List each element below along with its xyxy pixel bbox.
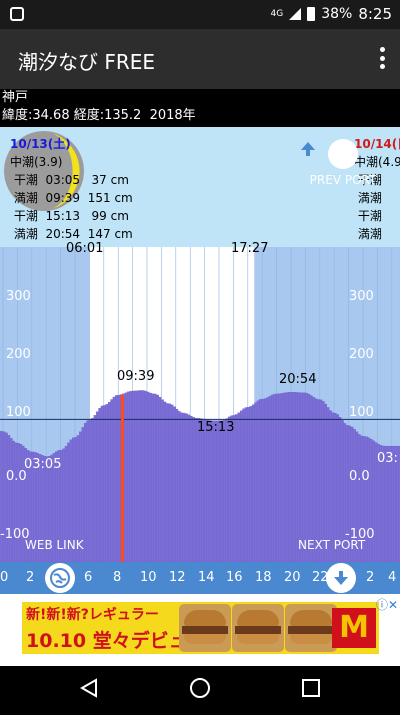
sunrise-label: 06:01 (66, 241, 104, 256)
port-coords: 緯度:34.68 経度:135.2 (2, 108, 142, 123)
prev-port-button[interactable]: PREV PORT (298, 139, 388, 187)
ad-creative[interactable]: 新!新!新?レギュラー 10.10 堂々デビュー M (22, 602, 379, 654)
burger-image (285, 604, 337, 652)
home-icon[interactable] (190, 678, 210, 698)
status-bar: 4G 38% 8:25 (0, 0, 400, 29)
sunset-label: 17:27 (231, 241, 269, 256)
location-info: 神戸 緯度:34.68 経度:135.2 2018年 (0, 89, 400, 127)
tide-label-high2: 20:54 (279, 372, 317, 387)
tide-label-low2: 15:13 (197, 420, 235, 435)
prev-port-label: PREV PORT (309, 173, 377, 187)
battery-icon (307, 7, 316, 21)
clock: 8:25 (358, 5, 392, 23)
x-tick: 12 (169, 570, 186, 585)
tide-label-low3: 03: (377, 451, 398, 466)
tide-chart[interactable]: 10/13(土) 中潮(3.9) 干潮 03:05 37 cm 満潮 09:39… (0, 127, 400, 562)
app-bar: 潮汐なび FREE (0, 29, 400, 89)
x-tick: 18 (255, 570, 272, 585)
x-tick: 4 (388, 570, 397, 585)
ad-banner[interactable]: 新!新!新?レギュラー 10.10 堂々デビュー M ⓘ✕ (0, 594, 400, 666)
globe-icon[interactable] (45, 563, 75, 593)
y-tick-right: 300 (349, 289, 374, 304)
back-icon[interactable] (79, 678, 97, 698)
recents-icon[interactable] (302, 679, 320, 697)
day1-tide-type: 中潮(3.9) (10, 155, 63, 169)
y-tick-left: 300 (6, 289, 31, 304)
x-axis: 0 2 6 8 10 12 14 16 18 20 22 2 4 (0, 562, 400, 594)
ad-headline: 新!新!新?レギュラー (26, 607, 159, 623)
day1-date: 10/13(土) (10, 137, 71, 151)
day1-tide-info: 10/13(土) 中潮(3.9) 干潮 03:05 37 cm 満潮 09:39… (10, 137, 133, 241)
navigation-bar (0, 666, 400, 711)
battery-percent: 38% (321, 6, 353, 22)
x-tick: 8 (113, 570, 122, 585)
brand-logo: M (332, 608, 376, 648)
port-name: 神戸 (2, 90, 29, 105)
y-tick-left: 200 (6, 347, 31, 362)
arrow-down-icon[interactable] (326, 563, 356, 593)
x-tick: 16 (226, 570, 243, 585)
y-tick-right: 0.0 (349, 469, 370, 484)
x-tick: 14 (198, 570, 215, 585)
burger-image (232, 604, 284, 652)
year: 2018年 (149, 108, 196, 123)
y-tick-right: 100 (349, 405, 374, 420)
tide-label-low1: 03:05 (24, 457, 62, 472)
network-type: 4G (270, 9, 284, 19)
x-tick: 2 (366, 570, 375, 585)
x-tick: 6 (84, 570, 93, 585)
y-tick-left: 100 (6, 405, 31, 420)
tide-label-high1: 09:39 (117, 369, 155, 384)
x-tick: 0 (0, 570, 9, 585)
next-port-label[interactable]: NEXT PORT (298, 538, 365, 552)
notification-icon (10, 7, 24, 21)
overflow-menu-icon[interactable] (380, 47, 386, 69)
x-tick: 2 (26, 570, 35, 585)
current-time-marker (121, 394, 125, 562)
ad-close-icon[interactable]: ⓘ✕ (376, 596, 398, 613)
arrow-up-icon (301, 139, 358, 169)
signal-icon (289, 8, 302, 20)
x-tick: 10 (140, 570, 157, 585)
y-tick-right: 200 (349, 347, 374, 362)
burger-image (179, 604, 231, 652)
x-tick: 20 (284, 570, 301, 585)
app-title: 潮汐なび FREE (18, 50, 156, 74)
web-link-button[interactable]: WEB LINK (25, 538, 84, 552)
